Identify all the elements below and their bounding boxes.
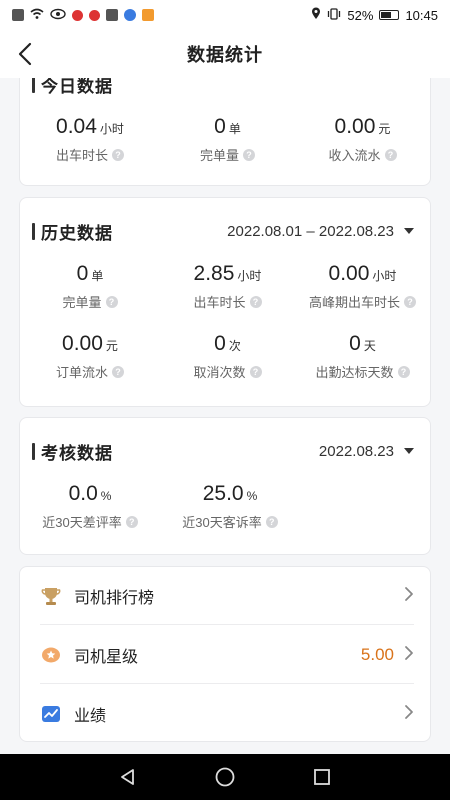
nav-recents-button[interactable] <box>307 762 337 792</box>
caret-down-icon <box>404 228 414 234</box>
history-stat-attendance-days: 0天 出勤达标天数? <box>295 332 430 381</box>
history-title: 历史数据 <box>41 223 113 243</box>
section-marker <box>32 78 35 93</box>
today-data-card: 今日数据 0.04 小时 出车时长? 0单 完单量? 0.00 元 收入流水? <box>19 78 431 186</box>
history-stat-cancellations: 0次 取消次数? <box>160 332 295 381</box>
battery-icon <box>379 10 400 20</box>
history-stat-orders: 0单 完单量? <box>20 262 160 311</box>
status-bar: 52% 10:45 <box>0 0 450 30</box>
app-notification-icon <box>72 9 83 21</box>
today-stat-orders: 0单 完单量? <box>160 115 295 164</box>
help-icon[interactable]: ? <box>243 148 255 161</box>
location-icon <box>311 7 321 23</box>
star-badge-icon <box>40 644 62 666</box>
help-icon[interactable]: ? <box>384 148 397 161</box>
help-icon[interactable]: ? <box>112 365 124 378</box>
section-marker <box>32 442 35 460</box>
section-marker <box>32 222 35 240</box>
help-icon[interactable]: ? <box>105 295 118 308</box>
menu-item-driver-ranking[interactable]: 司机排行榜 <box>20 567 430 625</box>
history-stat-order-revenue: 0.00 元 订单流水? <box>20 332 160 381</box>
notification-icon <box>12 9 24 21</box>
square-recents-icon <box>313 769 330 785</box>
chevron-left-icon <box>18 42 32 66</box>
assessment-title: 考核数据 <box>41 443 113 463</box>
system-nav-bar <box>0 754 450 800</box>
history-date-range: 2022.08.01 – 2022.08.23 <box>227 222 394 240</box>
vibrate-icon <box>327 7 341 23</box>
today-title: 今日数据 <box>41 78 113 96</box>
app-notification-icon <box>89 9 100 21</box>
clock: 10:45 <box>405 7 438 23</box>
history-data-card: 历史数据 2022.08.01 – 2022.08.23 0单 完单量? 2.8… <box>19 197 431 407</box>
app-header: 数据统计 <box>0 30 450 78</box>
user-icon <box>106 9 118 21</box>
assessment-data-card: 考核数据 2022.08.23 0.0% 近30天差评率? 25.0% 近30天… <box>19 417 431 555</box>
help-icon[interactable]: ? <box>125 515 138 528</box>
caret-down-icon <box>404 448 414 454</box>
video-icon <box>142 9 154 21</box>
nav-home-button[interactable] <box>210 762 240 792</box>
menu-card: 司机排行榜 司机星级 5.00 业绩 <box>19 566 431 742</box>
chart-trend-icon <box>40 703 62 725</box>
assessment-date: 2022.08.23 <box>318 442 394 460</box>
history-stat-drive-time: 2.85 小时 出车时长? <box>193 262 262 310</box>
history-stat-peak-time: 0.00 小时 高峰期出车时长? <box>295 262 430 311</box>
driver-star-value: 5.00 <box>360 645 394 664</box>
nav-back-button[interactable] <box>113 762 143 792</box>
assessment-stat-complaint-rate: 25.0% 近30天客诉率? <box>160 482 300 531</box>
help-icon[interactable]: ? <box>112 148 124 161</box>
menu-item-driver-star-level[interactable]: 司机星级 5.00 <box>20 626 430 684</box>
today-stat-drive-time: 0.04 小时 出车时长? <box>55 115 124 163</box>
chevron-right-icon <box>404 704 414 725</box>
back-button[interactable] <box>10 38 40 70</box>
help-icon[interactable]: ? <box>397 365 410 378</box>
chevron-right-icon <box>404 645 414 666</box>
trophy-icon <box>40 585 62 607</box>
help-icon[interactable]: ? <box>249 365 262 378</box>
music-icon <box>124 9 136 21</box>
assessment-stat-bad-review-rate: 0.0% 近30天差评率? <box>20 482 160 531</box>
help-icon[interactable]: ? <box>265 515 278 528</box>
help-icon[interactable]: ? <box>249 295 262 308</box>
content-scroll[interactable]: 今日数据 0.04 小时 出车时长? 0单 完单量? 0.00 元 收入流水? 历史… <box>0 78 450 754</box>
triangle-back-icon <box>121 769 135 785</box>
wifi-icon <box>30 8 44 23</box>
history-date-range-selector[interactable]: 2022.08.01 – 2022.08.23 <box>227 223 414 240</box>
menu-item-performance[interactable]: 业绩 <box>20 685 430 743</box>
page-title: 数据统计 <box>187 45 263 65</box>
today-stat-income: 0.00 元 收入流水? <box>295 115 430 164</box>
chevron-right-icon <box>404 586 414 607</box>
help-icon[interactable]: ? <box>404 295 416 308</box>
circle-home-icon <box>215 767 235 787</box>
assessment-date-selector[interactable]: 2022.08.23 <box>319 443 414 460</box>
eye-icon <box>50 8 66 23</box>
battery-percent: 52% <box>347 7 374 23</box>
